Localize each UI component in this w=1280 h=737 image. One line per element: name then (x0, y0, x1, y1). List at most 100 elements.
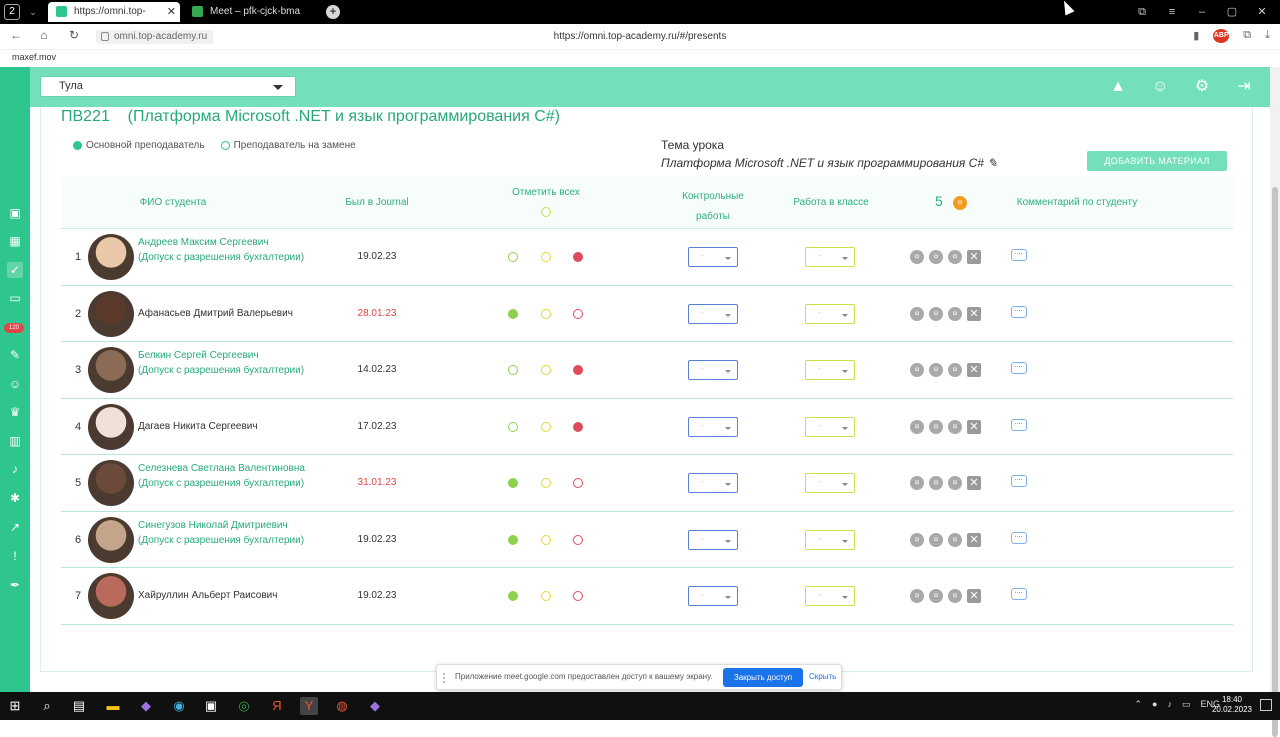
adblock-icon[interactable]: ABP (1213, 29, 1230, 43)
notifications-icon[interactable] (1260, 699, 1272, 711)
comment-icon[interactable] (1011, 588, 1027, 600)
counter-badge[interactable]: 120 (4, 323, 24, 333)
coin-icon[interactable]: ¤ (948, 363, 962, 377)
legend-main-teacher[interactable]: Основной преподаватель (73, 140, 205, 151)
comment-icon[interactable] (1011, 249, 1027, 261)
city-select[interactable]: Тула (40, 76, 296, 97)
tests-grade-select[interactable]: - (688, 586, 738, 606)
monitor-icon[interactable]: ▭ (7, 290, 23, 306)
student-name[interactable]: Синегузов Николай Дмитриевич (Допуск с ра… (138, 518, 318, 548)
clear-coins-icon[interactable]: ✕ (967, 532, 981, 547)
mark-all-radio[interactable] (541, 207, 551, 217)
attendance-icon[interactable]: ✓ (7, 262, 23, 278)
group-icon[interactable]: ☺ (7, 376, 23, 392)
tab-omni[interactable]: https://omni.top-academ ✕ (48, 2, 180, 37)
warning-icon[interactable]: ▲ (1108, 77, 1128, 97)
legend-substitute[interactable]: Преподаватель на замене (220, 140, 356, 151)
tests-grade-select[interactable]: - (688, 247, 738, 267)
attendance-late-radio[interactable] (541, 478, 551, 488)
classwork-grade-select[interactable]: - (805, 416, 855, 437)
new-tab-button[interactable]: + (326, 5, 340, 19)
tests-grade-select[interactable]: - (688, 360, 738, 380)
stop-sharing-button[interactable]: Закрыть доступ (723, 668, 803, 687)
attendance-absent-radio[interactable] (573, 308, 583, 319)
coin-icon[interactable]: ¤ (948, 419, 962, 434)
smiley-icon[interactable]: ☺ (1150, 77, 1170, 97)
coin-icon[interactable]: ¤ (929, 419, 943, 434)
visual-studio-2-icon[interactable]: ◆ (366, 697, 384, 715)
edit-pencil-icon[interactable]: ✎ (987, 156, 997, 170)
classwork-grade-select[interactable]: - (805, 473, 855, 493)
student-name[interactable]: Дагаев Никита Сергеевич (138, 419, 318, 434)
maximize-icon[interactable]: ▢ (1220, 2, 1244, 22)
network-icon[interactable]: ▭ (1182, 699, 1191, 710)
tests-grade-select[interactable]: - (688, 529, 738, 550)
coin-icon[interactable]: ¤ (910, 532, 924, 547)
edge-icon[interactable]: ◉ (170, 697, 188, 715)
attendance-present-radio[interactable] (508, 308, 518, 319)
fitness-icon[interactable]: ✱ (7, 490, 23, 506)
coin-icon[interactable]: ¤ (929, 476, 943, 490)
attendance-present-radio[interactable] (508, 365, 518, 375)
coin-icon[interactable]: ¤ (910, 476, 924, 490)
coin-icon[interactable]: ¤ (910, 589, 924, 603)
attendance-absent-radio[interactable] (573, 478, 583, 488)
classwork-grade-select[interactable]: - (805, 360, 855, 380)
classwork-grade-select[interactable]: - (805, 247, 855, 267)
clear-coins-icon[interactable]: ✕ (967, 306, 981, 321)
store-icon[interactable]: ▣ (202, 697, 220, 715)
bookmark-item[interactable]: maxef.mov (12, 52, 56, 62)
coin-icon[interactable]: ¤ (948, 476, 962, 490)
clear-coins-icon[interactable]: ✕ (967, 363, 981, 377)
app-icon[interactable]: ◍ (333, 697, 351, 715)
task-view-icon[interactable]: ▤ (70, 697, 88, 715)
attendance-present-radio[interactable] (508, 252, 518, 262)
coin-icon[interactable]: ¤ (948, 250, 962, 264)
scrollbar[interactable] (1270, 67, 1280, 737)
coin-icon[interactable]: ¤ (929, 532, 943, 547)
bell-icon[interactable]: ♪ (7, 461, 23, 477)
tests-grade-select[interactable]: - (688, 303, 738, 324)
close-window-icon[interactable]: ✕ (1250, 2, 1274, 22)
coin-icon[interactable]: ¤ (948, 306, 962, 321)
coin-icon[interactable]: ¤ (910, 419, 924, 434)
classwork-grade-select[interactable]: - (805, 529, 855, 550)
coin-icon[interactable]: ¤ (929, 306, 943, 321)
attendance-present-radio[interactable] (508, 591, 518, 601)
settings-gear-icon[interactable]: ⚙ (1192, 77, 1212, 97)
extensions-icon[interactable]: ⧉ (1243, 29, 1251, 43)
logout-icon[interactable]: ⇥ (1234, 77, 1254, 97)
coin-icon[interactable]: ¤ (929, 589, 943, 603)
minimize-icon[interactable]: – (1190, 2, 1214, 22)
add-material-button[interactable]: ДОБАВИТЬ МАТЕРИАЛ (1087, 151, 1227, 171)
tray-up-icon[interactable]: ⌃ (1134, 699, 1142, 710)
start-icon[interactable]: ⊞ (6, 697, 24, 715)
classwork-grade-select[interactable]: - (805, 586, 855, 606)
comment-icon[interactable] (1011, 418, 1027, 431)
coin-icon[interactable]: ¤ (910, 363, 924, 377)
chevron-down-icon[interactable]: ⌄ (26, 4, 40, 20)
clear-coins-icon[interactable]: ✕ (967, 476, 981, 490)
bookmark-icon[interactable]: ▮ (1193, 29, 1199, 43)
student-name[interactable]: Селезнева Светлана Валентиновна (Допуск с… (138, 461, 318, 491)
clear-coins-icon[interactable]: ✕ (967, 250, 981, 264)
tasks-icon[interactable]: ✎ (7, 347, 23, 363)
attendance-late-radio[interactable] (541, 421, 551, 432)
search-icon[interactable]: ⌕ (38, 697, 56, 715)
comment-icon[interactable] (1011, 475, 1027, 487)
clear-coins-icon[interactable]: ✕ (967, 589, 981, 603)
clear-coins-icon[interactable]: ✕ (967, 419, 981, 434)
hide-button[interactable]: Скрыть (809, 672, 836, 681)
explorer-icon[interactable]: ▬ (104, 697, 122, 715)
comment-icon[interactable] (1011, 305, 1027, 318)
student-name[interactable]: Белкин Сергей Сергеевич (Допуск с разреше… (138, 348, 318, 378)
info-icon[interactable]: ! (7, 548, 23, 564)
clock[interactable]: 18:40 20.02.2023 (1212, 695, 1252, 715)
volume-icon[interactable]: ♪ (1167, 699, 1172, 710)
tests-grade-select[interactable]: - (688, 416, 738, 437)
menu-icon[interactable]: ≡ (1160, 2, 1184, 22)
attendance-absent-radio[interactable] (573, 591, 583, 601)
attendance-late-radio[interactable] (541, 365, 551, 375)
scrollbar-thumb[interactable] (1272, 187, 1278, 737)
attendance-absent-radio[interactable] (573, 534, 583, 545)
